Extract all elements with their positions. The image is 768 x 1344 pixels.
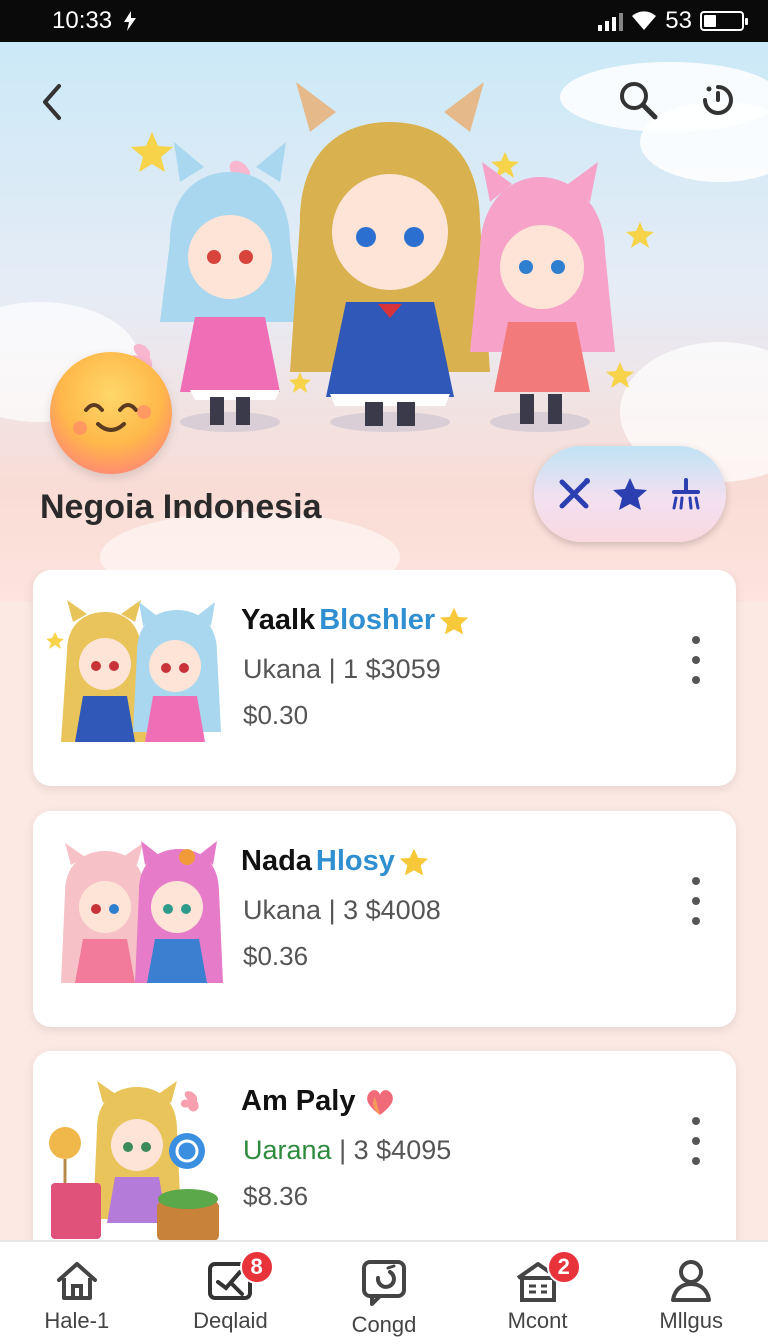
- tab-home[interactable]: Hale-1: [0, 1242, 154, 1344]
- broom-icon: [672, 478, 700, 510]
- tab-store[interactable]: Mcont 2: [461, 1242, 615, 1344]
- status-bar: 10:33 53: [0, 0, 768, 42]
- tab-chat[interactable]: Congd: [307, 1242, 461, 1344]
- item-price: $0.36: [243, 941, 309, 971]
- tab-label: Congd: [351, 1312, 417, 1337]
- history-icon: [703, 85, 733, 115]
- hero-banner: Negoia Indonesia: [0, 42, 768, 602]
- tab-tools[interactable]: Deqlaid 8: [154, 1242, 308, 1344]
- item-price: $0.30: [243, 700, 309, 730]
- item-name: Am Paly: [241, 1085, 397, 1118]
- list-item[interactable]: Am Paly Uarana | 3 $4095 $8.36: [33, 1051, 736, 1242]
- star-icon: [440, 607, 469, 634]
- signal-icon: [598, 11, 624, 31]
- hero-illustration: [128, 82, 654, 432]
- history-button[interactable]: [694, 76, 742, 124]
- tab-label: Deqlaid: [193, 1308, 268, 1333]
- item-thumbnail: [47, 600, 221, 742]
- heart-icon: [367, 1089, 394, 1115]
- notification-badge: 8: [239, 1250, 274, 1284]
- item-count: 3: [343, 895, 359, 925]
- more-options-button[interactable]: [690, 877, 702, 925]
- wifi-icon: [632, 11, 657, 30]
- item-source: Uarana: [243, 1135, 332, 1165]
- item-count: 1: [343, 654, 359, 684]
- tab-label: Mcont: [507, 1308, 568, 1333]
- back-button[interactable]: [28, 78, 76, 126]
- item-thumbnail: [61, 841, 223, 983]
- profile-icon: [671, 1260, 712, 1302]
- notification-icon: [124, 11, 137, 31]
- more-options-button[interactable]: [690, 636, 702, 684]
- more-options-button[interactable]: [690, 1117, 702, 1165]
- tab-label: Mllgus: [659, 1308, 723, 1333]
- list-item[interactable]: Nada Hlosy Ukana | 3 $4008 $0.36: [33, 811, 736, 1027]
- list-item[interactable]: Yaalk Bloshler Ukana | 1 $3059 $0.30: [33, 570, 736, 786]
- status-time: 10:33: [52, 7, 113, 34]
- more-options-icon: [692, 636, 700, 644]
- item-meta: Ukana | 1 $3059: [243, 654, 441, 684]
- more-options-icon: [692, 877, 700, 885]
- star-icon: [399, 848, 429, 875]
- quick-actions-button[interactable]: [534, 446, 726, 542]
- item-thumbnail: [49, 1081, 219, 1241]
- battery-icon: [700, 11, 748, 31]
- item-name-highlight: Hlosy: [315, 845, 395, 877]
- item-amount: $3059: [365, 654, 441, 684]
- item-name: Yaalk Bloshler: [241, 604, 469, 637]
- home-icon: [56, 1262, 97, 1300]
- chat-icon: [361, 1260, 406, 1306]
- item-price: $8.36: [243, 1181, 309, 1211]
- item-list: Yaalk Bloshler Ukana | 1 $3059 $0.30 Nad…: [0, 570, 768, 1242]
- star-icon: [613, 478, 647, 510]
- item-count: 3: [353, 1135, 369, 1165]
- tab-profile[interactable]: Mllgus: [614, 1242, 768, 1344]
- item-source: Ukana: [243, 654, 322, 684]
- item-amount: $4095: [376, 1135, 452, 1165]
- item-source: Ukana: [243, 895, 322, 925]
- tool-icon: [559, 478, 590, 509]
- item-name: Nada Hlosy: [241, 845, 429, 878]
- tab-label: Hale-1: [44, 1308, 110, 1333]
- page-title: Negoia Indonesia: [40, 488, 322, 526]
- battery-percent: 53: [665, 7, 692, 34]
- item-name-highlight: Bloshler: [319, 604, 436, 636]
- notification-badge: 2: [546, 1250, 581, 1284]
- app-logo: [50, 352, 172, 474]
- bottom-tab-bar: Hale-1 Deqlaid 8 Congd Mcont 2 Mllgus: [0, 1240, 768, 1344]
- item-meta: Uarana | 3 $4095: [243, 1135, 452, 1165]
- item-meta: Ukana | 3 $4008: [243, 895, 441, 925]
- back-arrow-icon: [43, 84, 61, 120]
- item-amount: $4008: [365, 895, 441, 925]
- more-options-icon: [692, 1117, 700, 1125]
